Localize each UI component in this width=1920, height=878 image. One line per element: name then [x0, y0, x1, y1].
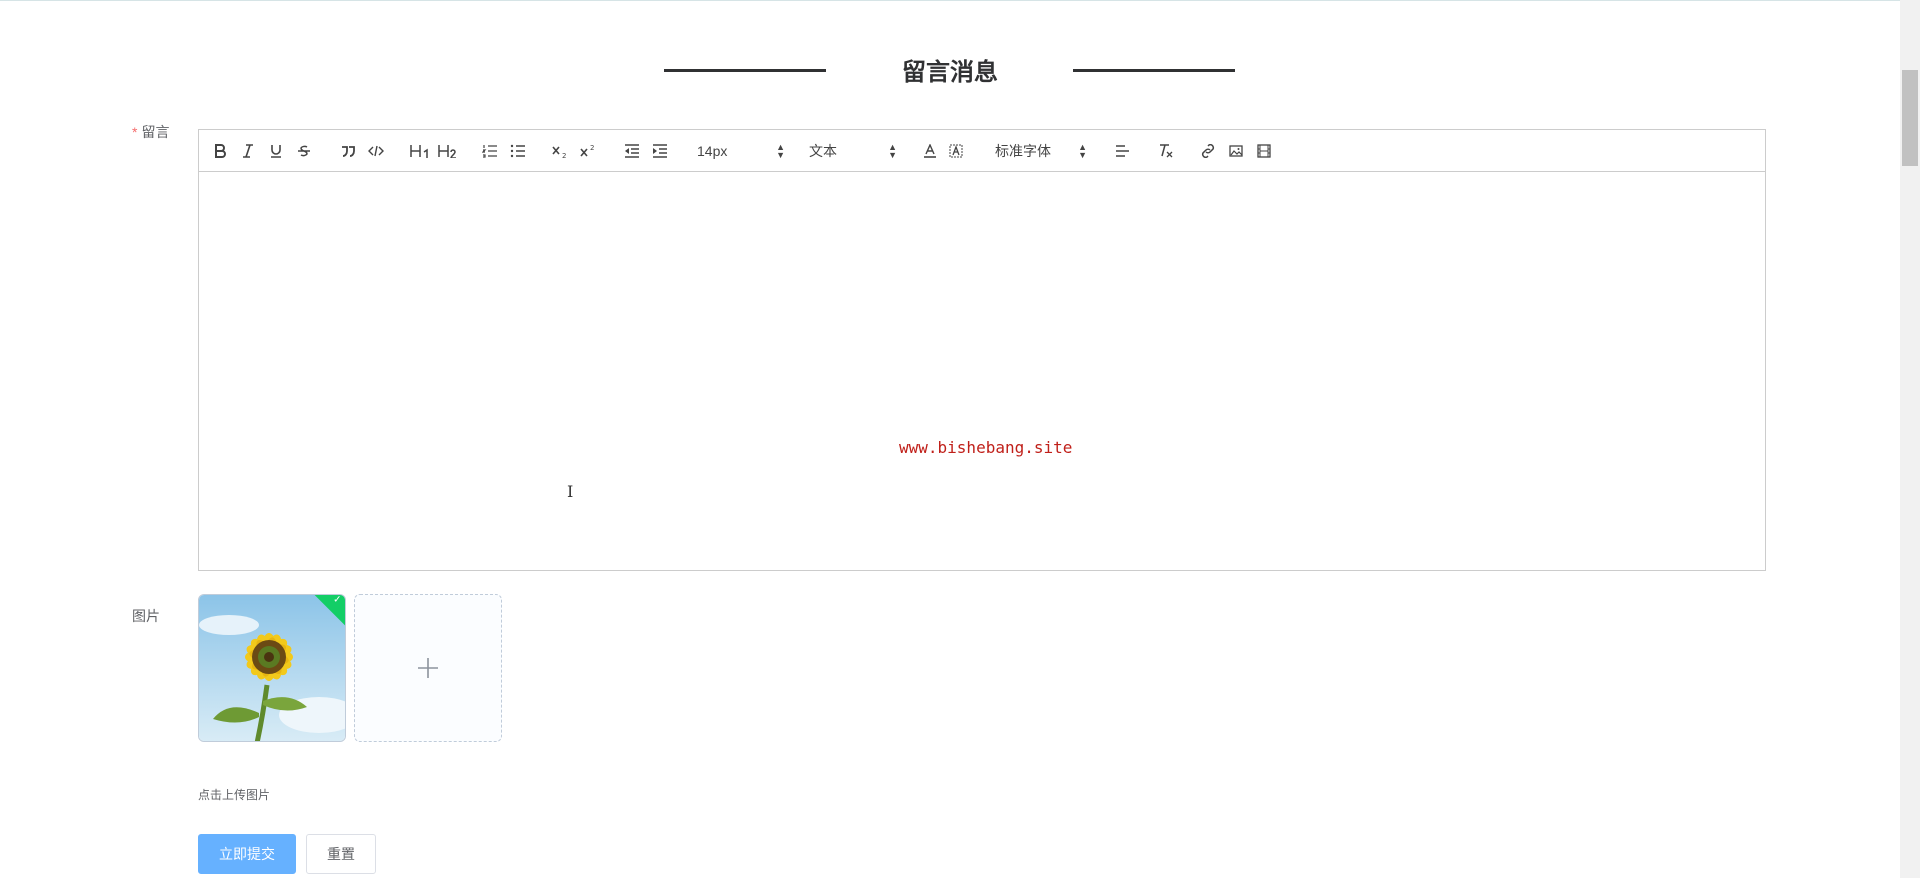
italic-icon[interactable] — [237, 140, 259, 162]
required-mark: * — [132, 124, 138, 140]
editor-toolbar: 2 2 14px ▲ ▼ 文本 ▲ ▼ 标准字体 ▲ ▼ — [199, 130, 1765, 172]
svg-text:2: 2 — [562, 152, 566, 158]
message-label-text: 留言 — [141, 124, 170, 140]
page-title: 留言消息 — [902, 59, 998, 86]
scrollbar-thumb[interactable] — [1902, 70, 1918, 166]
submit-button[interactable]: 立即提交 — [198, 834, 296, 874]
strikethrough-icon[interactable] — [293, 140, 315, 162]
image-icon[interactable] — [1225, 140, 1247, 162]
image-label: 图片 — [132, 608, 160, 624]
header-1-icon[interactable] — [407, 140, 433, 162]
header-value: 文本 — [809, 143, 837, 159]
title-divider-left — [664, 69, 826, 72]
code-block-icon[interactable] — [365, 140, 387, 162]
upload-tip: 点击上传图片 — [198, 788, 271, 802]
bullet-list-icon[interactable] — [507, 140, 529, 162]
underline-icon[interactable] — [265, 140, 287, 162]
select-caret-icon: ▲ ▼ — [1078, 142, 1087, 160]
link-icon[interactable] — [1197, 140, 1219, 162]
text-cursor-icon: I — [567, 482, 574, 501]
header-select[interactable]: 文本 ▲ ▼ — [809, 140, 897, 162]
bold-icon[interactable] — [209, 140, 231, 162]
reset-button[interactable]: 重置 — [306, 834, 376, 874]
subscript-icon[interactable]: 2 — [549, 140, 571, 162]
font-size-value: 14px — [697, 143, 728, 159]
select-caret-icon: ▲ ▼ — [888, 142, 897, 160]
check-icon: ✓ — [333, 594, 342, 606]
font-family-select[interactable]: 标准字体 ▲ ▼ — [995, 140, 1087, 162]
page-header: 留言消息 — [0, 48, 1900, 88]
font-color-icon[interactable] — [919, 140, 941, 162]
svg-text:2: 2 — [590, 144, 594, 152]
top-border — [0, 0, 1920, 1]
font-size-select[interactable]: 14px ▲ ▼ — [697, 140, 785, 162]
align-icon[interactable] — [1111, 140, 1133, 162]
message-label: * 留言 — [132, 122, 169, 142]
image-upload-button[interactable] — [354, 594, 502, 742]
page-scrollbar[interactable] — [1900, 0, 1920, 878]
video-icon[interactable] — [1253, 140, 1275, 162]
uploaded-image-thumbnail[interactable]: ✓ — [198, 594, 346, 742]
sunflower-image — [199, 595, 345, 741]
clean-format-icon[interactable] — [1155, 140, 1177, 162]
indent-icon[interactable] — [649, 140, 671, 162]
ordered-list-icon[interactable] — [479, 140, 501, 162]
background-color-icon[interactable] — [945, 140, 967, 162]
outdent-icon[interactable] — [621, 140, 643, 162]
font-family-value: 标准字体 — [995, 143, 1051, 159]
title-divider-right — [1073, 69, 1235, 72]
editor-content-area[interactable]: www.bishebang.site I — [199, 172, 1765, 570]
watermark-text: www.bishebang.site — [899, 438, 1073, 457]
blockquote-icon[interactable] — [337, 140, 359, 162]
rich-text-editor: 2 2 14px ▲ ▼ 文本 ▲ ▼ 标准字体 ▲ ▼ www.bisheba… — [198, 129, 1766, 571]
select-caret-icon: ▲ ▼ — [776, 142, 785, 160]
header-2-icon[interactable] — [435, 140, 461, 162]
plus-icon — [418, 658, 438, 678]
superscript-icon[interactable]: 2 — [577, 140, 599, 162]
